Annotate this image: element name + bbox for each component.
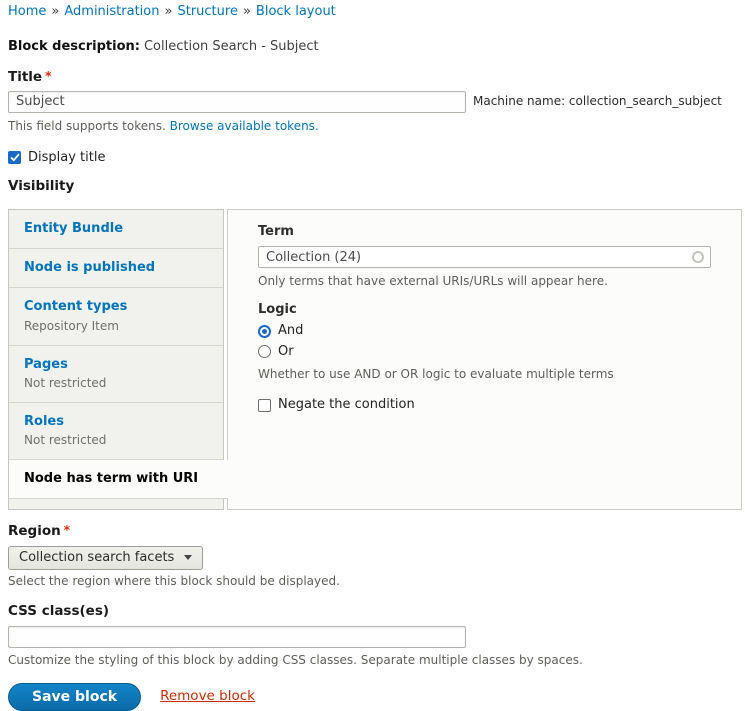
breadcrumb-separator: » <box>51 4 59 19</box>
region-help-text: Select the region where this block shoul… <box>8 574 745 589</box>
required-marker: * <box>45 69 51 83</box>
visibility-heading: Visibility <box>8 178 745 195</box>
region-label: Region <box>8 523 61 539</box>
and-radio-label: And <box>278 323 303 339</box>
region-form-item: Region* Collection search facets Select … <box>8 523 745 588</box>
and-radio[interactable] <box>258 325 271 338</box>
css-classes-form-item: CSS class(es) Customize the styling of t… <box>8 603 745 668</box>
term-help-text: Only terms that have external URIs/URLs … <box>258 274 711 289</box>
tab-node-is-published[interactable]: Node is published <box>9 249 223 288</box>
block-description-value: Collection Search - Subject <box>144 39 319 54</box>
display-title-checkbox[interactable] <box>8 151 21 164</box>
tab-label: Entity Bundle <box>24 221 208 237</box>
tab-summary: Repository Item <box>24 319 208 334</box>
css-classes-input[interactable] <box>8 626 466 648</box>
autocomplete-status-icon <box>692 251 704 263</box>
dropdown-arrow-icon <box>184 555 192 560</box>
tokens-help-text: This field supports tokens. <box>8 119 166 133</box>
or-radio[interactable] <box>258 345 271 358</box>
breadcrumb-link-administration[interactable]: Administration <box>64 4 159 19</box>
tab-summary: Not restricted <box>24 376 208 391</box>
block-description: Block description: Collection Search - Su… <box>8 39 745 55</box>
tab-content-types[interactable]: Content types Repository Item <box>9 288 223 345</box>
breadcrumb: Home » Administration » Structure » Block layo… <box>8 4 745 20</box>
check-icon <box>10 153 20 162</box>
title-help-text: This field supports tokens. Browse avail… <box>8 119 745 134</box>
tab-label: Content types <box>24 299 208 315</box>
visibility-tabs-menu: Entity Bundle Node is published Content … <box>8 209 224 511</box>
breadcrumb-separator: » <box>165 4 173 19</box>
block-description-label: Block description: <box>8 39 140 54</box>
logic-group: Logic And Or Whether to use AND or OR lo… <box>258 302 711 382</box>
negate-condition-label: Negate the condition <box>278 397 415 413</box>
tab-entity-bundle[interactable]: Entity Bundle <box>9 210 223 249</box>
breadcrumb-link-home[interactable]: Home <box>8 4 46 19</box>
title-input[interactable] <box>8 91 466 113</box>
or-radio-label: Or <box>278 344 294 360</box>
tab-node-has-term-with-uri[interactable]: Node has term with URI <box>9 460 228 499</box>
form-actions: Save block Remove block <box>8 683 745 711</box>
breadcrumb-separator: » <box>243 4 251 19</box>
tab-label: Node is published <box>24 260 208 276</box>
browse-tokens-link[interactable]: Browse available tokens. <box>170 119 319 133</box>
term-label: Term <box>258 224 711 240</box>
logic-option-or[interactable]: Or <box>258 344 711 360</box>
tab-summary: Not restricted <box>24 433 208 448</box>
tab-label: Roles <box>24 414 208 430</box>
tab-pages[interactable]: Pages Not restricted <box>9 346 223 403</box>
tab-label: Pages <box>24 357 208 373</box>
remove-block-link[interactable]: Remove block <box>160 688 255 705</box>
negate-condition-option[interactable]: Negate the condition <box>258 397 711 413</box>
tab-roles[interactable]: Roles Not restricted <box>9 403 223 460</box>
save-block-button[interactable]: Save block <box>8 683 141 711</box>
term-autocomplete-input[interactable] <box>258 246 711 268</box>
negate-condition-checkbox[interactable] <box>258 399 271 412</box>
tab-label: Node has term with URI <box>24 471 213 487</box>
required-marker: * <box>64 523 70 537</box>
title-form-item: Title* Machine name: collection_search_s… <box>8 69 745 134</box>
breadcrumb-link-block-layout[interactable]: Block layout <box>256 4 336 19</box>
logic-help-text: Whether to use AND or OR logic to evalua… <box>258 367 711 382</box>
tabs-menu-filler <box>9 499 223 509</box>
title-label: Title <box>8 69 42 85</box>
display-title-option[interactable]: Display title <box>8 150 745 166</box>
node-term-settings-pane: Term Only terms that have external URIs/… <box>227 209 742 511</box>
breadcrumb-link-structure[interactable]: Structure <box>177 4 237 19</box>
logic-option-and[interactable]: And <box>258 323 711 339</box>
visibility-vertical-tabs: Entity Bundle Node is published Content … <box>8 209 742 511</box>
logic-label: Logic <box>258 302 711 318</box>
block-configure-page: Home » Administration » Structure » Block layo… <box>0 0 745 711</box>
region-select[interactable]: Collection search facets <box>8 546 203 570</box>
css-classes-label: CSS class(es) <box>8 603 745 620</box>
region-selected-value: Collection search facets <box>19 550 174 566</box>
css-classes-help-text: Customize the styling of this block by a… <box>8 653 745 668</box>
machine-name-text: Machine name: collection_search_subject <box>473 94 722 109</box>
display-title-label: Display title <box>28 150 105 166</box>
